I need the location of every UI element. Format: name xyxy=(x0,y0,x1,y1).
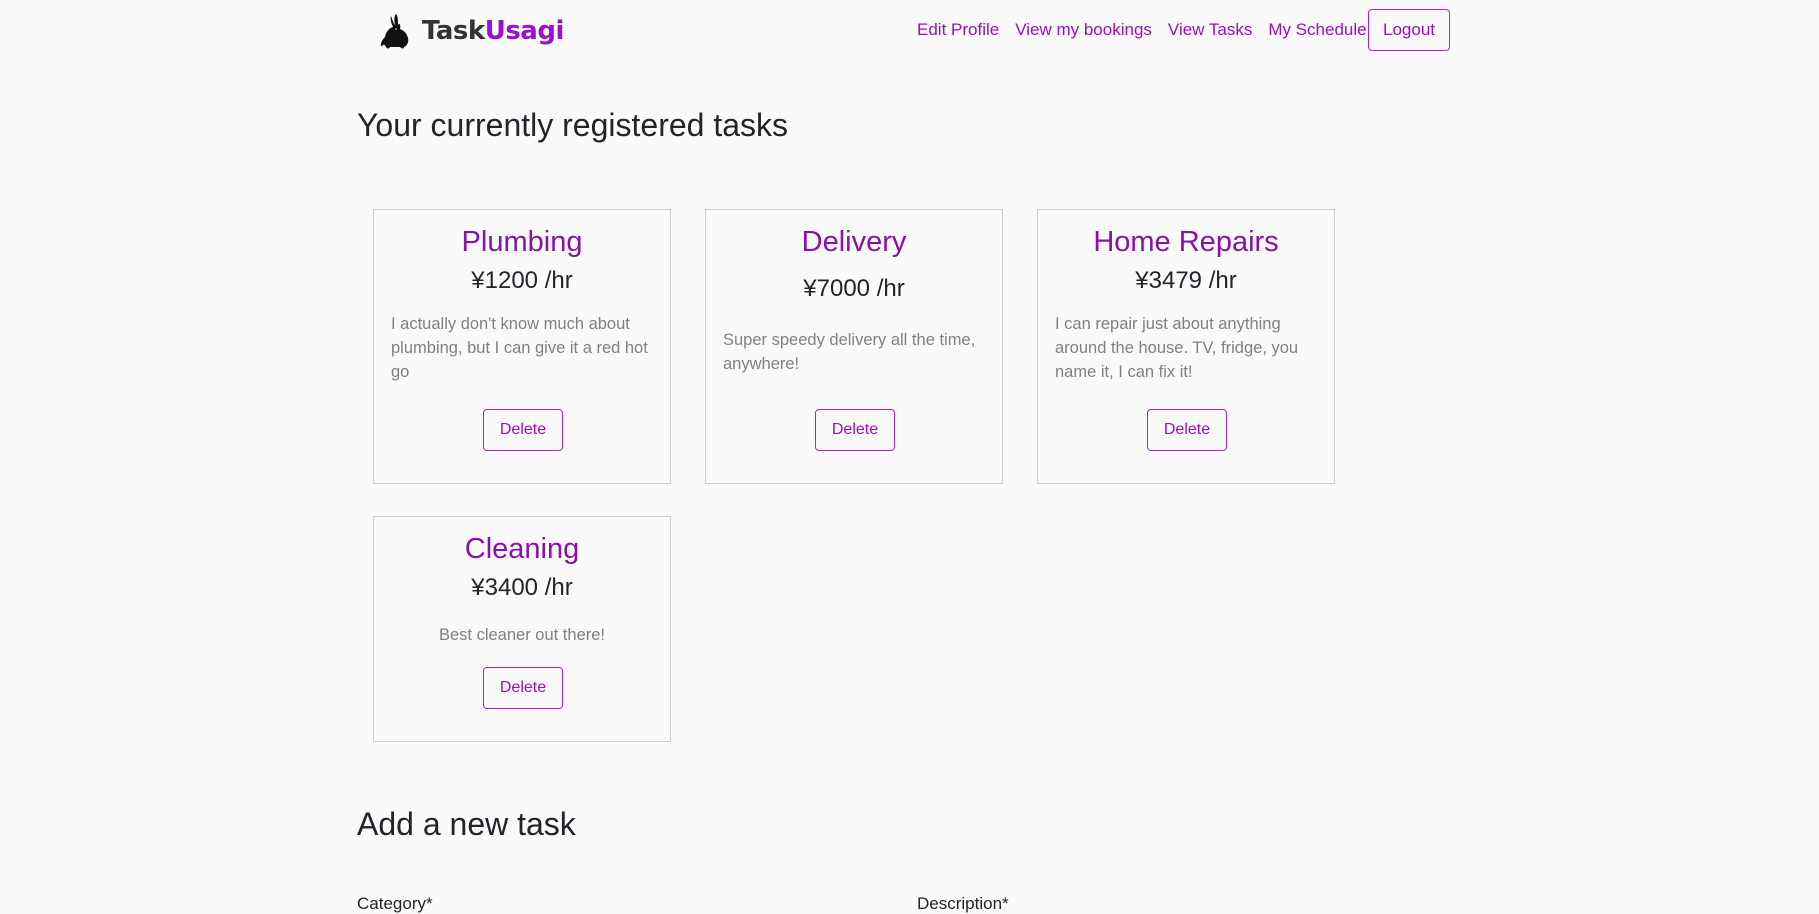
task-price: ¥3479 /hr xyxy=(1135,267,1237,294)
task-card-cleaning: Cleaning ¥3400 /hr Best cleaner out ther… xyxy=(373,516,671,742)
nav-view-tasks[interactable]: View Tasks xyxy=(1168,20,1252,40)
task-price: ¥1200 /hr xyxy=(471,267,573,294)
brand-name: TaskUsagi xyxy=(422,16,564,46)
task-title: Home Repairs xyxy=(1093,226,1279,258)
delete-button[interactable]: Delete xyxy=(483,409,563,451)
category-label: Category* xyxy=(357,894,433,913)
nav-my-schedule[interactable]: My Schedule xyxy=(1268,20,1366,40)
brand-task-text: Task xyxy=(422,16,485,46)
task-description: Super speedy delivery all the time, anyw… xyxy=(723,331,976,373)
delete-button[interactable]: Delete xyxy=(483,667,563,709)
task-price: ¥3400 /hr xyxy=(471,574,573,601)
delete-button[interactable]: Delete xyxy=(1147,409,1227,451)
page-title: Your currently registered tasks xyxy=(357,107,789,143)
task-card-home-repairs: Home Repairs ¥3479 /hr I can repair just… xyxy=(1037,209,1335,484)
add-task-title: Add a new task xyxy=(357,806,576,842)
task-description: I actually don't know much about plumbin… xyxy=(391,315,648,381)
delete-button[interactable]: Delete xyxy=(815,409,895,451)
navbar: TaskUsagi Edit Profile View my bookings … xyxy=(0,0,1819,60)
logout-button[interactable]: Logout xyxy=(1368,9,1450,51)
task-description: Best cleaner out there! xyxy=(438,626,605,644)
nav-edit-profile[interactable]: Edit Profile xyxy=(917,20,999,40)
task-title: Delivery xyxy=(801,226,907,258)
task-description: I can repair just about anything around … xyxy=(1055,315,1299,381)
task-card-delivery: Delivery ¥7000 /hr Super speedy delivery… xyxy=(705,209,1003,484)
task-title: Plumbing xyxy=(461,226,583,258)
nav-view-bookings[interactable]: View my bookings xyxy=(1015,20,1152,40)
task-price: ¥7000 /hr xyxy=(803,275,905,302)
brand-logo[interactable]: TaskUsagi xyxy=(376,12,564,50)
brand-usagi-text: Usagi xyxy=(484,16,565,46)
rabbit-icon xyxy=(380,14,409,49)
description-label: Description* xyxy=(917,894,1009,913)
nav-links: Edit Profile View my bookings View Tasks… xyxy=(917,20,1367,40)
task-title: Cleaning xyxy=(464,533,580,565)
task-card-plumbing: Plumbing ¥1200 /hr I actually don't know… xyxy=(373,209,671,484)
